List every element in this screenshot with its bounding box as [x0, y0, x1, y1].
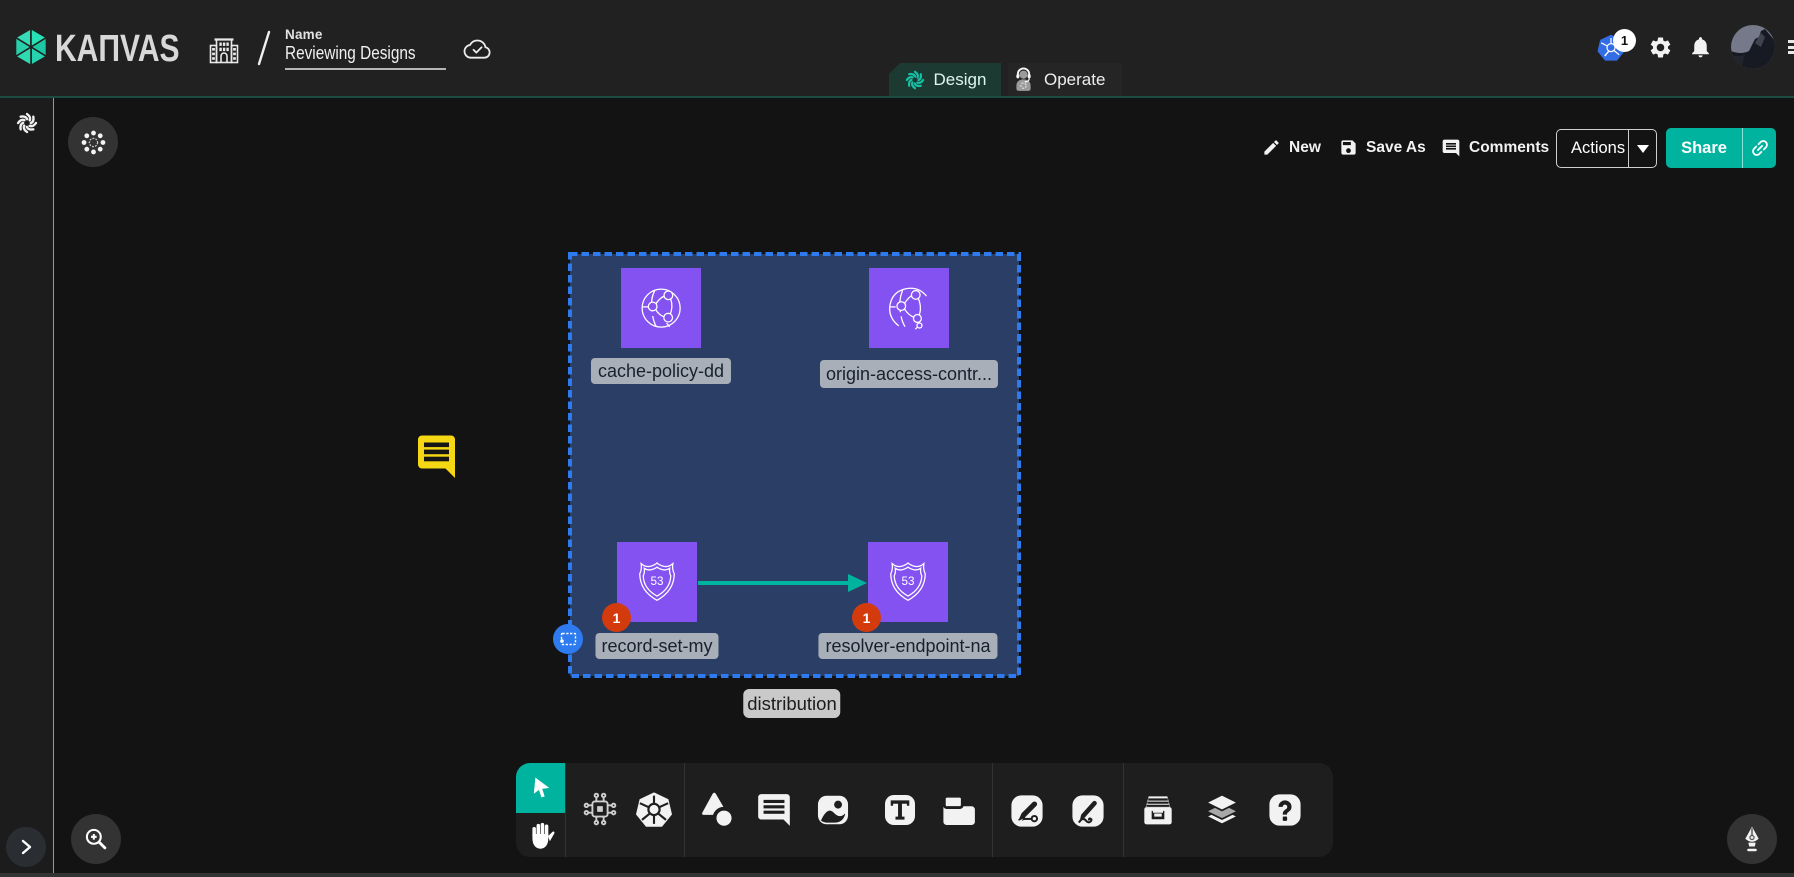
svg-text:53: 53 [902, 575, 915, 588]
svg-text:53: 53 [651, 575, 664, 588]
